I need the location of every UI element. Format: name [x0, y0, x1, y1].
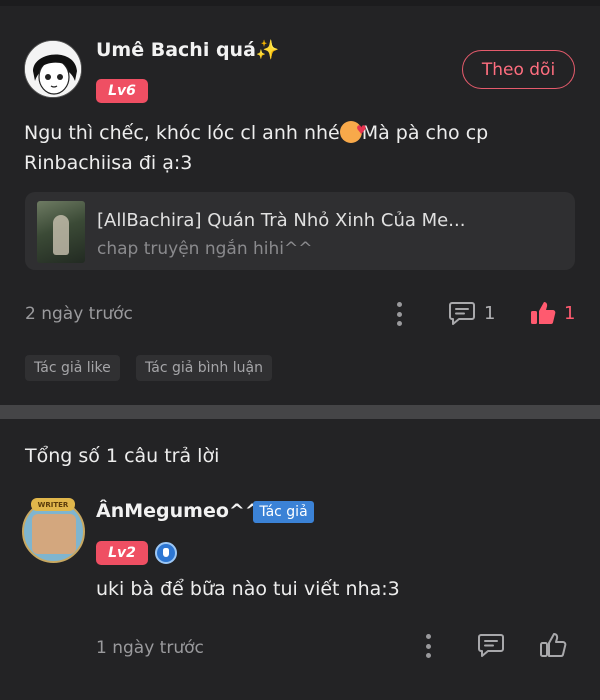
follow-button[interactable]: Theo dõi: [462, 50, 575, 89]
vip-shield-icon: [155, 542, 177, 564]
author-liked-tag: Tác giả like: [25, 355, 120, 381]
comment-timestamp: 2 ngày trước: [25, 304, 133, 324]
comment-count: 1: [484, 303, 496, 324]
reply-timestamp: 1 ngày trước: [96, 638, 204, 658]
comment-username[interactable]: Umê Bachi quá✨: [96, 38, 280, 61]
avatar-illustration: [25, 41, 81, 97]
story-cover-image[interactable]: [37, 201, 85, 263]
avatar[interactable]: [24, 40, 82, 98]
comment-icon[interactable]: [448, 300, 476, 330]
level-badge: Lv6: [96, 79, 148, 103]
heart-face-emoji-icon: [339, 115, 367, 145]
thumbs-up-icon[interactable]: [529, 299, 557, 331]
section-divider: [0, 405, 600, 419]
story-subtitle: chap truyện ngắn hihi^^: [97, 239, 313, 259]
replies-count-header: Tổng số 1 câu trả lời: [25, 445, 220, 467]
more-vertical-icon[interactable]: [396, 302, 402, 326]
story-title[interactable]: [AllBachira] Quán Trà Nhỏ Xinh Của Me...: [97, 210, 465, 231]
like-count: 1: [564, 303, 576, 324]
reply-thumbs-up-icon[interactable]: [539, 631, 567, 663]
writer-frame-badge: WRITER: [31, 498, 75, 511]
comment-text: Ngu thì chếc, khóc lóc cl anh nhéMà pà c…: [24, 115, 544, 178]
top-divider: [0, 0, 600, 6]
reply-more-vertical-icon[interactable]: [425, 634, 431, 658]
author-badge: Tác giả: [253, 501, 314, 523]
author-commented-tag: Tác giả bình luận: [136, 355, 272, 381]
reply-comment-icon[interactable]: [477, 632, 505, 662]
comment-text-part1: Ngu thì chếc, khóc lóc cl anh nhé: [24, 122, 340, 144]
reply-text: uki bà để bữa nào tui viết nha:3: [96, 578, 400, 600]
reply-username[interactable]: ÂnMegumeo^^: [96, 500, 261, 522]
reply-level-badge: Lv2: [96, 541, 148, 565]
